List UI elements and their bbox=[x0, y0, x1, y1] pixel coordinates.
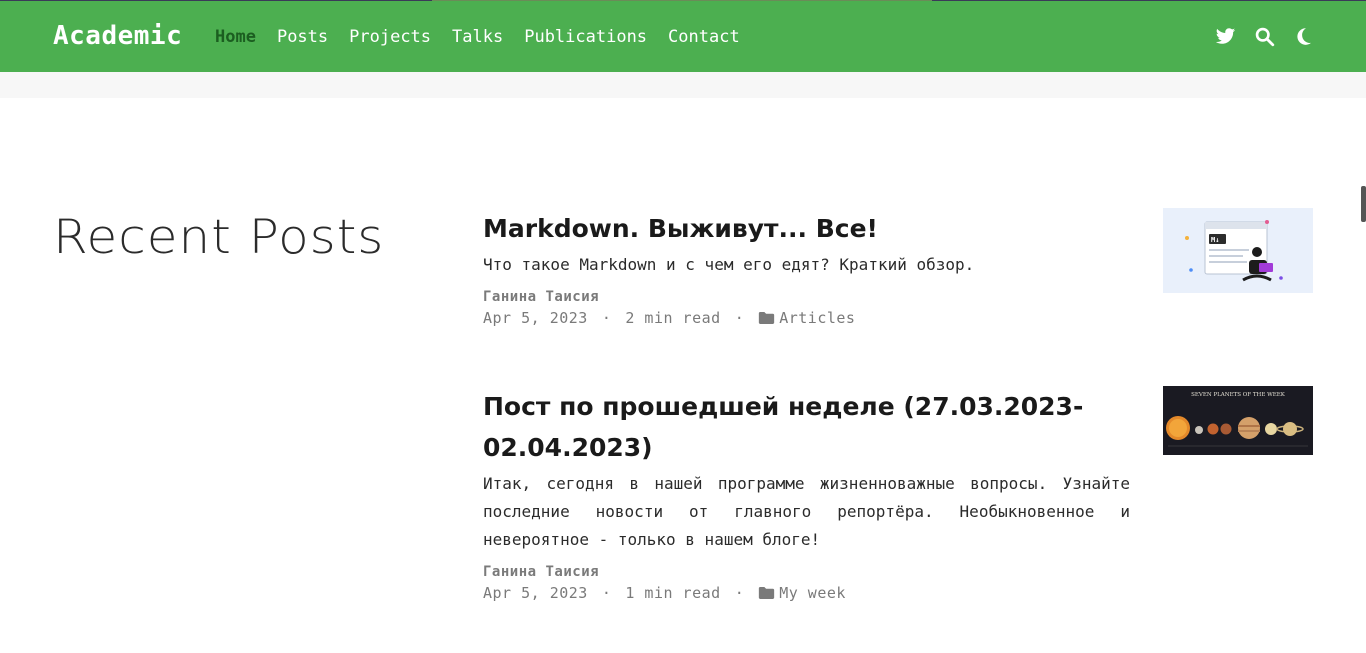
planets-image: SEVEN PLANETS OF THE WEEK bbox=[1163, 386, 1313, 455]
nav-icons bbox=[1215, 26, 1314, 47]
section-title: Recent Posts bbox=[53, 208, 384, 266]
svg-text:M↓: M↓ bbox=[1211, 236, 1219, 244]
planets-image-caption: SEVEN PLANETS OF THE WEEK bbox=[1191, 392, 1286, 398]
hero-band bbox=[0, 72, 1366, 98]
nav-links: Home Posts Projects Talks Publications C… bbox=[215, 27, 761, 47]
post-meta: Apr 5, 2023 · 2 min read · Articles bbox=[483, 309, 1313, 327]
post-thumbnail-markdown[interactable]: M↓ bbox=[1163, 208, 1313, 293]
post-reading-time: 1 min read bbox=[625, 584, 721, 602]
post-meta: Apr 5, 2023 · 1 min read · My week bbox=[483, 584, 1313, 602]
navbar: Academic Home Posts Projects Talks Publi… bbox=[0, 1, 1366, 72]
post-summary: Итак, сегодня в нашей программе жизненно… bbox=[483, 474, 1130, 549]
post-author[interactable]: Ганина Таисия bbox=[483, 564, 1313, 580]
nav-link-contact[interactable]: Contact bbox=[668, 27, 740, 47]
post-category[interactable]: Articles bbox=[779, 309, 855, 327]
post-reading-time: 2 min read bbox=[625, 309, 721, 327]
moon-icon[interactable] bbox=[1293, 26, 1314, 47]
scrollbar-thumb[interactable] bbox=[1361, 186, 1366, 222]
nav-link-posts[interactable]: Posts bbox=[277, 27, 328, 47]
meta-separator: · bbox=[601, 309, 612, 327]
post-date: Apr 5, 2023 bbox=[483, 584, 588, 602]
nav-link-projects[interactable]: Projects bbox=[349, 27, 431, 47]
nav-link-publications[interactable]: Publications bbox=[524, 27, 647, 47]
search-icon[interactable] bbox=[1254, 26, 1275, 47]
post-title[interactable]: Пост по прошедшей неделе (27.03.2023-02.… bbox=[483, 386, 1133, 468]
folder-icon bbox=[759, 312, 775, 324]
folder-icon bbox=[759, 587, 775, 599]
brand-logo[interactable]: Academic bbox=[53, 21, 182, 51]
post-title[interactable]: Markdown. Выживут... Все! bbox=[483, 208, 1133, 249]
nav-link-talks[interactable]: Talks bbox=[452, 27, 503, 47]
markdown-illustration: M↓ bbox=[1163, 208, 1313, 293]
meta-separator: · bbox=[601, 584, 612, 602]
nav-link-home[interactable]: Home bbox=[215, 27, 256, 47]
meta-separator: · bbox=[734, 584, 745, 602]
post-thumbnail-planets[interactable]: SEVEN PLANETS OF THE WEEK bbox=[1163, 386, 1313, 455]
twitter-icon[interactable] bbox=[1215, 26, 1236, 47]
post-date: Apr 5, 2023 bbox=[483, 309, 588, 327]
post-category[interactable]: My week bbox=[779, 584, 846, 602]
meta-separator: · bbox=[734, 309, 745, 327]
section-title-text: Recent Posts bbox=[53, 209, 385, 265]
post-summary: Что такое Markdown и с чем его едят? Кра… bbox=[483, 255, 975, 274]
